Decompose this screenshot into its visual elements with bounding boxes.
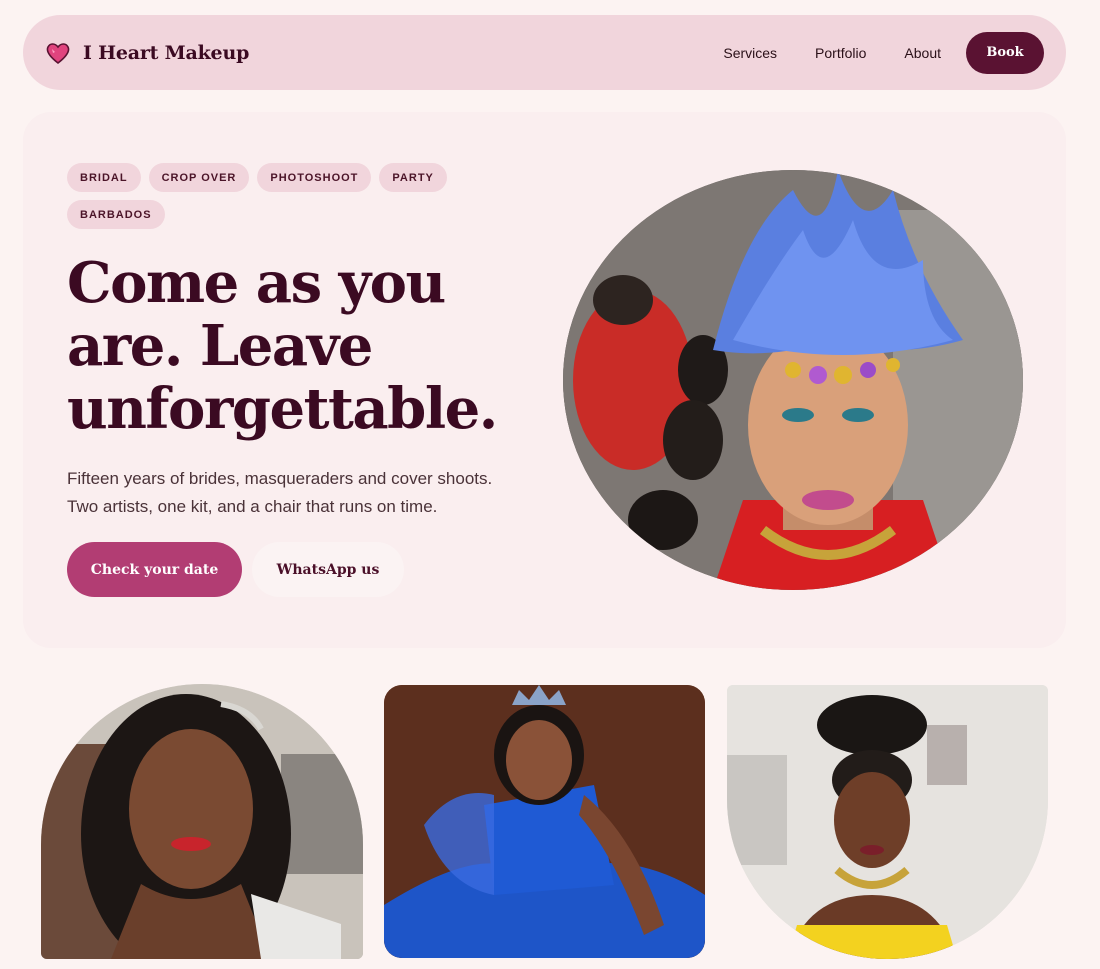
hero-subtitle: Fifteen years of brides, masqueraders an… (67, 469, 493, 516)
nav-link-about[interactable]: About (904, 45, 941, 61)
nav-links: Services Portfolio About Book (723, 31, 1044, 74)
nav-link-portfolio[interactable]: Portfolio (815, 45, 866, 61)
hero-headline: Come as you are. Leave unforgettable. (67, 250, 498, 442)
whatsapp-button[interactable]: WhatsApp us (252, 542, 404, 597)
brand-name: I Heart Makeup (83, 41, 250, 64)
hero-portrait-image (563, 170, 1023, 590)
hero-section: BRIDAL CROP OVER PHOTOSHOOT PARTY BARBAD… (23, 112, 1066, 648)
gallery-image-bridal[interactable] (41, 684, 363, 959)
tag-photoshoot[interactable]: PHOTOSHOOT (257, 163, 372, 192)
gallery-image-yellow-outfit[interactable] (727, 685, 1048, 959)
gallery-image-blue-gown[interactable] (384, 685, 705, 958)
tag-crop-over[interactable]: CROP OVER (148, 163, 250, 192)
tag-bridal[interactable]: BRIDAL (67, 163, 141, 192)
tag-party[interactable]: PARTY (379, 163, 447, 192)
brand[interactable]: I Heart Makeup (45, 41, 249, 65)
book-button[interactable]: Book (966, 31, 1044, 74)
tag-barbados[interactable]: BARBADOS (67, 200, 165, 229)
top-navbar: I Heart Makeup Services Portfolio About … (23, 15, 1066, 90)
heart-icon (46, 42, 70, 64)
tag-list: BRIDAL CROP OVER PHOTOSHOOT PARTY BARBAD… (67, 163, 467, 229)
check-date-button[interactable]: Check your date (67, 542, 242, 597)
nav-link-services[interactable]: Services (723, 45, 777, 61)
